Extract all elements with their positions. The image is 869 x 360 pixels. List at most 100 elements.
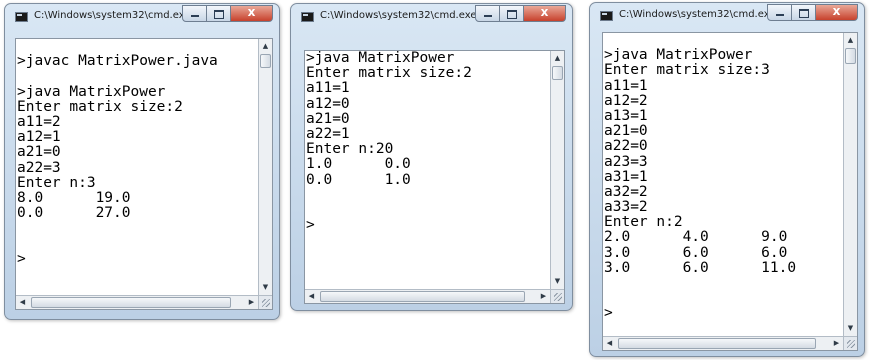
console-line: a11=2 (17, 113, 61, 130)
title-bar[interactable]: C:\Windows\system32\cmd.exe x (590, 3, 864, 29)
vertical-scrollbar[interactable]: ▲ ▼ (258, 39, 272, 295)
console-line: a12=1 (17, 129, 61, 146)
console-line: 8.0 19.0 (17, 189, 131, 206)
console-line: a11=1 (604, 77, 648, 94)
console-line: Enter n:20 (306, 141, 394, 158)
cmd-window-1[interactable]: C:\Windows\system32\cmd.exe x >javac Mat… (4, 3, 280, 320)
console-line: >java MatrixPower (306, 50, 455, 66)
resize-grip-icon[interactable] (258, 295, 272, 309)
console-line: 0.0 1.0 (306, 171, 411, 188)
console-line: Enter matrix size:2 (306, 65, 472, 82)
scroll-thumb[interactable] (260, 54, 271, 68)
console-line: a22=0 (604, 138, 648, 155)
minimize-button[interactable] (182, 5, 207, 22)
close-button[interactable]: x (524, 5, 566, 22)
vertical-scrollbar[interactable]: ▲ ▼ (843, 33, 857, 336)
console-line: a31=1 (604, 168, 648, 185)
console-line: a22=3 (17, 159, 61, 176)
console-line: 0.0 27.0 (17, 205, 131, 222)
close-button[interactable]: x (816, 4, 858, 21)
up-arrow-icon[interactable]: ▲ (844, 34, 857, 47)
right-arrow-icon[interactable]: ▶ (245, 296, 258, 309)
left-arrow-icon[interactable]: ◀ (603, 337, 616, 350)
console-line: > (306, 217, 315, 234)
down-arrow-icon[interactable]: ▼ (844, 322, 857, 335)
close-icon: x (540, 5, 549, 19)
resize-grip-icon[interactable] (550, 289, 564, 303)
right-arrow-icon[interactable]: ▶ (830, 337, 843, 350)
console-line: 3.0 6.0 11.0 (604, 259, 797, 276)
console-area[interactable]: >java MatrixPower Enter matrix size:3 a1… (602, 32, 858, 351)
up-arrow-icon[interactable]: ▲ (551, 52, 564, 65)
up-arrow-icon[interactable]: ▲ (259, 40, 272, 53)
console-window-icon[interactable] (301, 12, 314, 22)
horizontal-scrollbar[interactable]: ◀ ▶ (16, 295, 258, 309)
console-output: >java MatrixPower Enter matrix size:3 a1… (604, 33, 796, 322)
console-line: Enter matrix size:2 (17, 98, 183, 115)
console-output: >java MatrixPower Enter matrix size:2 a1… (306, 50, 472, 234)
left-arrow-icon[interactable]: ◀ (305, 290, 318, 303)
maximize-button[interactable] (207, 5, 231, 22)
title-bar[interactable]: C:\Windows\system32\cmd.exe x (5, 4, 279, 30)
console-line: >javac MatrixPower.java (17, 53, 218, 70)
close-icon: x (832, 4, 841, 18)
console-line: a23=3 (604, 153, 648, 170)
console-line: > (604, 305, 613, 322)
vertical-scrollbar[interactable]: ▲ ▼ (550, 51, 564, 289)
left-arrow-icon[interactable]: ◀ (16, 296, 29, 309)
console-line: a12=2 (604, 92, 648, 109)
console-line: 3.0 6.0 6.0 (604, 244, 788, 261)
close-icon: x (247, 5, 256, 19)
close-button[interactable]: x (231, 5, 273, 22)
right-arrow-icon[interactable]: ▶ (537, 290, 550, 303)
horizontal-scrollbar[interactable]: ◀ ▶ (603, 336, 843, 350)
scroll-thumb[interactable] (552, 66, 563, 80)
scroll-thumb[interactable] (31, 297, 231, 308)
console-window-icon[interactable] (600, 11, 613, 21)
horizontal-scrollbar[interactable]: ◀ ▶ (305, 289, 550, 303)
minimize-button[interactable] (475, 5, 500, 22)
maximize-button[interactable] (500, 5, 524, 22)
console-line: 1.0 0.0 (306, 156, 411, 173)
maximize-button[interactable] (792, 4, 816, 21)
console-line: a11=1 (306, 80, 350, 97)
scroll-thumb[interactable] (618, 338, 816, 349)
window-title: C:\Windows\system32\cmd.exe (320, 10, 477, 21)
window-title: C:\Windows\system32\cmd.exe (619, 9, 776, 20)
cmd-window-3[interactable]: C:\Windows\system32\cmd.exe x >java Matr… (589, 2, 865, 357)
console-line: Enter n:2 (604, 214, 683, 231)
scroll-thumb[interactable] (845, 48, 856, 64)
console-line: a32=2 (604, 183, 648, 200)
minimize-button[interactable] (767, 4, 792, 21)
down-arrow-icon[interactable]: ▼ (259, 281, 272, 294)
console-line: a21=0 (306, 110, 350, 127)
console-line: >java MatrixPower (17, 83, 166, 100)
console-line: Enter n:3 (17, 174, 96, 191)
console-line: a33=2 (604, 199, 648, 216)
title-bar[interactable]: C:\Windows\system32\cmd.exe x (291, 4, 572, 30)
console-line: 2.0 4.0 9.0 (604, 229, 788, 246)
window-title: C:\Windows\system32\cmd.exe (34, 10, 191, 21)
console-line: a21=0 (604, 123, 648, 140)
console-output: >javac MatrixPower.java >java MatrixPowe… (17, 39, 218, 267)
console-area[interactable]: >javac MatrixPower.java >java MatrixPowe… (15, 38, 273, 310)
console-line: > (17, 250, 26, 267)
down-arrow-icon[interactable]: ▼ (551, 275, 564, 288)
console-window-icon[interactable] (15, 12, 28, 22)
console-line: >java MatrixPower (604, 47, 753, 64)
console-line: a21=0 (17, 144, 61, 161)
console-area[interactable]: >java MatrixPower Enter matrix size:2 a1… (304, 50, 565, 304)
console-line: a12=0 (306, 95, 350, 112)
cmd-window-2[interactable]: C:\Windows\system32\cmd.exe x >java Matr… (290, 3, 573, 311)
scroll-thumb[interactable] (320, 291, 525, 302)
resize-grip-icon[interactable] (843, 336, 857, 350)
